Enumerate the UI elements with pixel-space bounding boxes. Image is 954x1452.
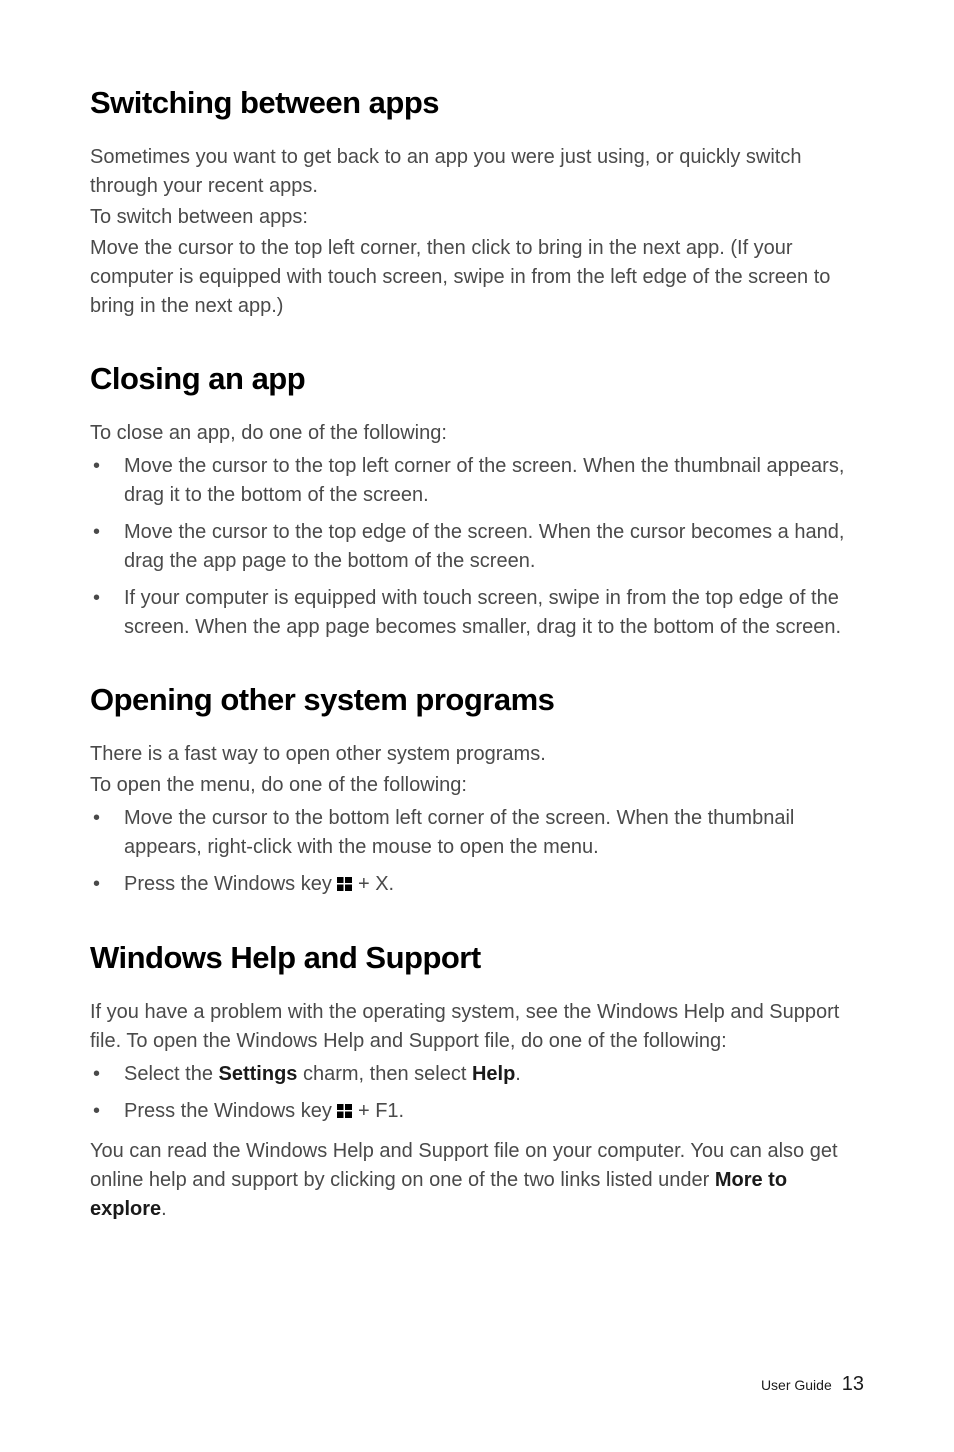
- list-item: If your computer is equipped with touch …: [90, 584, 864, 642]
- text-fragment: + F1.: [352, 1100, 404, 1122]
- paragraph: To close an app, do one of the following…: [90, 419, 864, 448]
- heading-switching: Switching between apps: [90, 85, 864, 121]
- list-item: Move the cursor to the top left corner o…: [90, 452, 864, 510]
- text-fragment: Select the: [124, 1063, 219, 1085]
- paragraph: Sometimes you want to get back to an app…: [90, 143, 864, 201]
- bold-help: Help: [472, 1063, 515, 1085]
- list-item: Press the Windows key + F1.: [90, 1097, 864, 1127]
- heading-closing: Closing an app: [90, 361, 864, 397]
- paragraph: To switch between apps:: [90, 203, 864, 232]
- list-item: Move the cursor to the top edge of the s…: [90, 518, 864, 576]
- text-fragment: .: [161, 1198, 167, 1220]
- bold-settings: Settings: [219, 1063, 298, 1085]
- section-help: Windows Help and Support If you have a p…: [90, 940, 864, 1224]
- page-footer: User Guide 13: [761, 1373, 864, 1396]
- windows-key-icon: [337, 1098, 352, 1127]
- paragraph: You can read the Windows Help and Suppor…: [90, 1137, 864, 1224]
- section-switching: Switching between apps Sometimes you wan…: [90, 85, 864, 321]
- bullet-list-closing: Move the cursor to the top left corner o…: [90, 452, 864, 642]
- footer-label: User Guide: [761, 1377, 832, 1393]
- paragraph: If you have a problem with the operating…: [90, 998, 864, 1056]
- text-fragment: + X.: [352, 873, 394, 895]
- page-content: Switching between apps Sometimes you wan…: [0, 0, 954, 1324]
- windows-key-icon: [337, 871, 352, 900]
- section-opening: Opening other system programs There is a…: [90, 682, 864, 900]
- list-item: Select the Settings charm, then select H…: [90, 1060, 864, 1089]
- paragraph: There is a fast way to open other system…: [90, 740, 864, 769]
- section-closing: Closing an app To close an app, do one o…: [90, 361, 864, 642]
- bullet-list-help: Select the Settings charm, then select H…: [90, 1060, 864, 1127]
- paragraph: Move the cursor to the top left corner, …: [90, 234, 864, 321]
- text-fragment: Press the Windows key: [124, 1100, 337, 1122]
- heading-opening: Opening other system programs: [90, 682, 864, 718]
- bullet-list-opening: Move the cursor to the bottom left corne…: [90, 804, 864, 900]
- text-fragment: Press the Windows key: [124, 873, 337, 895]
- page-number: 13: [842, 1373, 864, 1396]
- list-item: Move the cursor to the bottom left corne…: [90, 804, 864, 862]
- list-item: Press the Windows key + X.: [90, 870, 864, 900]
- text-fragment: charm, then select: [297, 1063, 472, 1085]
- text-fragment: .: [515, 1063, 521, 1085]
- heading-help: Windows Help and Support: [90, 940, 864, 976]
- paragraph: To open the menu, do one of the followin…: [90, 771, 864, 800]
